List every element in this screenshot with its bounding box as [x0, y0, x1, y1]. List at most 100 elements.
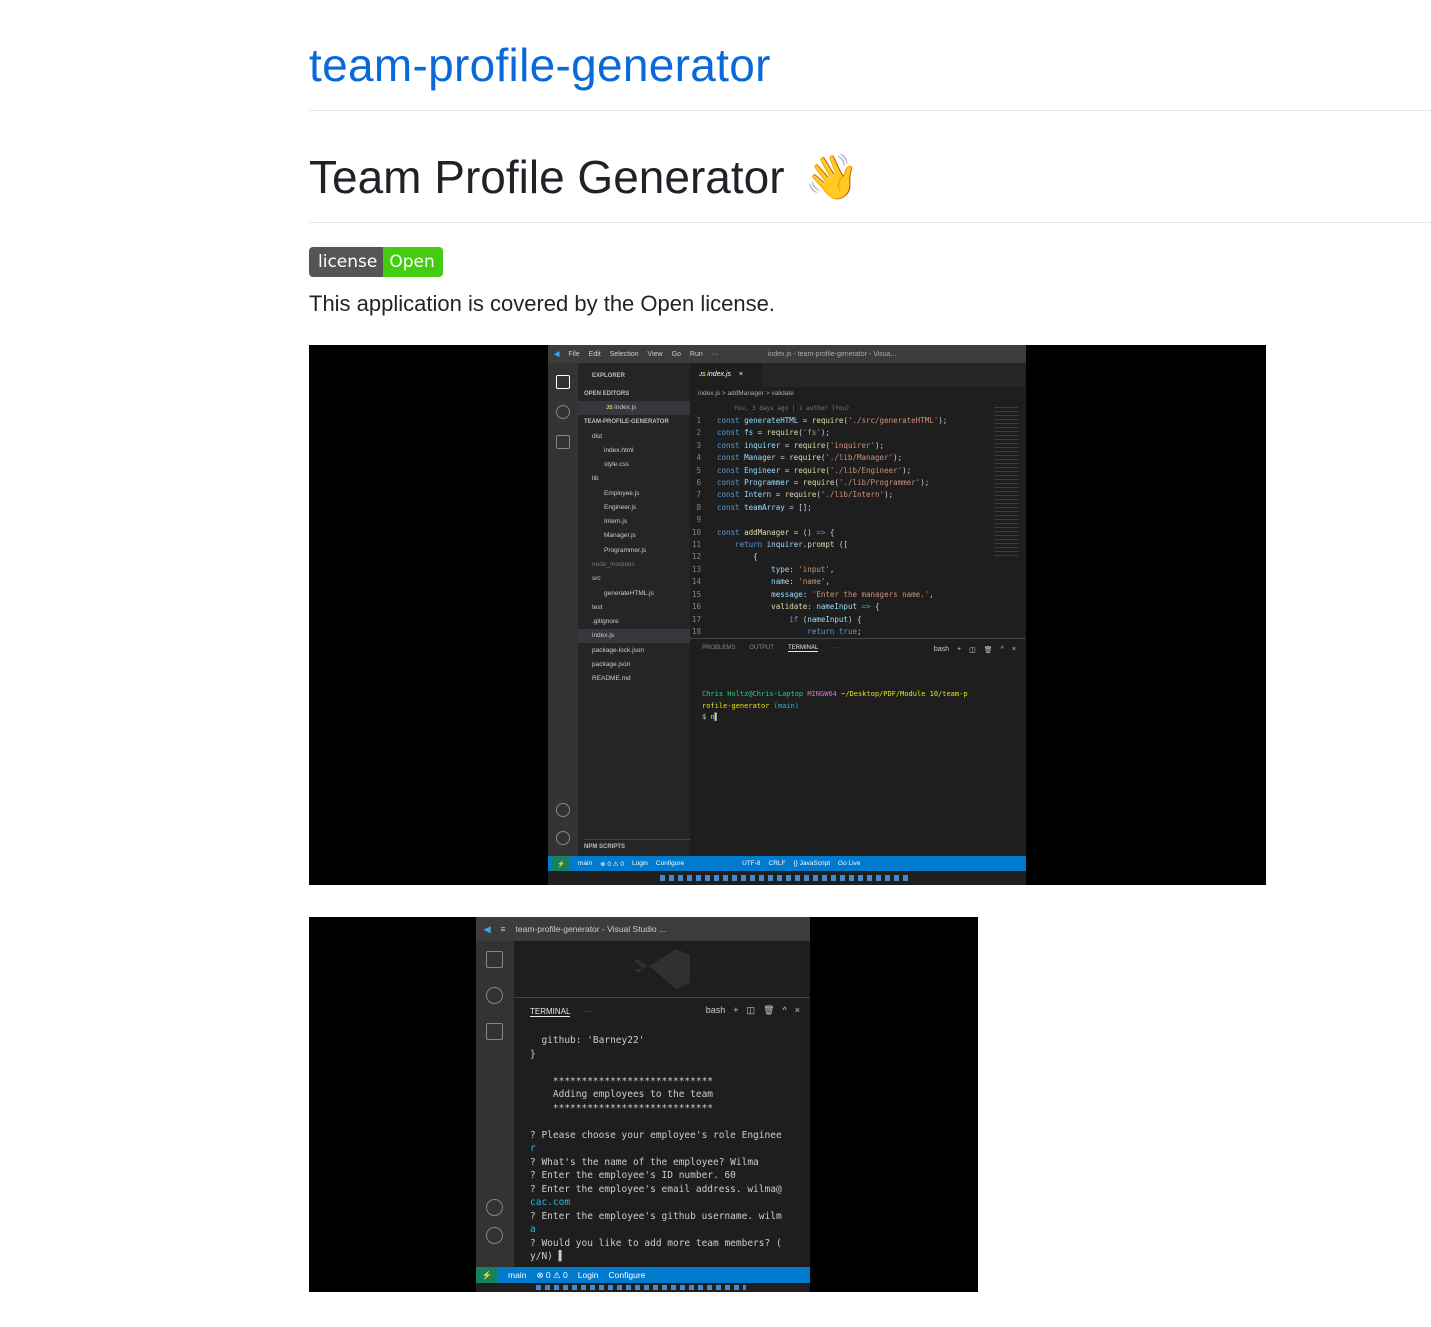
windows-taskbar: [548, 871, 1026, 885]
tab-problems: PROBLEMS: [702, 645, 736, 651]
go-live-status: Go Live: [838, 860, 861, 867]
tree-item: Engineer.js: [604, 504, 637, 511]
titlebar: ◀ ≡ team-profile-generator - Visual Stud…: [476, 917, 810, 941]
tree-item: index.html: [604, 447, 634, 454]
readme-heading-text: Team Profile Generator: [309, 151, 785, 203]
minimap: [994, 407, 1018, 557]
hamburger-icon: ≡: [500, 924, 506, 934]
menu-more: ···: [711, 350, 719, 358]
open-editors-header: OPEN EDITORS: [584, 391, 630, 397]
menu-run: Run: [689, 350, 703, 358]
project-header: TEAM-PROFILE-GENERATOR: [584, 419, 669, 425]
code-lines: 1 const generateHTML = require('./src/gen…: [691, 416, 948, 636]
extensions-icon: [556, 435, 570, 449]
configure-status: Configure: [655, 860, 685, 867]
account-icon: [486, 1199, 503, 1216]
branch-status: main: [578, 860, 593, 867]
gear-icon: [556, 831, 570, 845]
chevron-up-icon: ^: [1000, 646, 1004, 653]
status-bar: ⚡ main ⊗ 0 ⚠ 0 Login Configure: [476, 1267, 810, 1283]
shell-name: bash: [933, 646, 949, 653]
tree-item: style.css: [604, 461, 629, 468]
tree-item: package-lock.json: [592, 647, 645, 654]
vscode-window: ◀ File Edit Selection View Go Run ··· in…: [548, 345, 1026, 885]
tree-item: node_modules: [592, 561, 635, 568]
trash-icon: 🗑: [983, 647, 993, 654]
terminal-panel: PROBLEMS OUTPUT TERMINAL ··· bash + ◫ 🗑 …: [690, 638, 1026, 856]
trash-icon: 🗑: [763, 1005, 775, 1015]
remote-icon: ⚡: [476, 1267, 498, 1283]
tree-item: README.md: [592, 675, 631, 682]
repo-title-link[interactable]: team-profile-generator: [309, 38, 771, 92]
tree-item: generateHTML.js: [604, 590, 654, 597]
remote-icon: ⚡: [552, 856, 570, 871]
titlebar: ◀ File Edit Selection View Go Run ··· in…: [548, 345, 1026, 363]
readme-heading: Team Profile Generator 👋: [309, 150, 859, 204]
tree-item: dist: [592, 433, 603, 440]
tree-item: package.json: [592, 661, 631, 668]
encoding-status: UTF-8: [742, 860, 761, 867]
menu-view: View: [647, 350, 663, 358]
explorer-sidebar: EXPLORER OPEN EDITORS JS index.js TEAM-P…: [578, 363, 696, 856]
terminal-panel: TERMINAL ··· bash + ◫ 🗑 ^ × github: 'Bar…: [514, 997, 810, 1267]
badge-value: Open: [383, 247, 443, 277]
explorer-title: EXPLORER: [592, 373, 626, 379]
tree-item: Intern.js: [604, 518, 628, 525]
split-icon: ◫: [969, 647, 976, 654]
npm-scripts-header: NPM SCRIPTS: [584, 839, 696, 853]
menu-selection: Selection: [609, 350, 639, 358]
vscode-logo-icon: ◀: [554, 351, 560, 358]
tab-output: OUTPUT: [749, 645, 775, 651]
vscode-window: ◀ ≡ team-profile-generator - Visual Stud…: [476, 917, 810, 1292]
badge-label: license: [309, 247, 384, 277]
tree-item: lib: [592, 475, 599, 482]
plus-icon: +: [733, 1005, 739, 1015]
taskbar-icons: [660, 875, 910, 881]
window-title: team-profile-generator - Visual Studio .…: [515, 924, 667, 934]
tree-item: test: [592, 604, 603, 611]
waving-hand-emoji: 👋: [804, 153, 860, 202]
tree-item: Manager.js: [604, 532, 636, 539]
menu-edit: Edit: [588, 350, 601, 358]
terminal-output: github: 'Barney22' } *******************…: [530, 1035, 782, 1262]
tree-item: Employee.js: [604, 490, 640, 497]
login-status: Login: [632, 860, 648, 867]
problems-status: ⊗ 0 ⚠ 0: [600, 860, 625, 868]
menu-file: File: [568, 350, 580, 358]
shell-name: bash: [705, 1005, 726, 1015]
chevron-up-icon: ^: [782, 1005, 787, 1015]
license-badge[interactable]: license Open: [309, 247, 443, 277]
panel-actions: bash + ◫ 🗑 ^ ×: [934, 646, 1016, 654]
menu-go: Go: [671, 350, 681, 358]
tab-more: ···: [584, 1007, 593, 1016]
divider: [309, 110, 1431, 111]
panel-tabs: PROBLEMS OUTPUT TERMINAL ···: [702, 645, 838, 652]
windows-taskbar: [476, 1283, 810, 1292]
license-description: This application is covered by the Open …: [309, 291, 775, 316]
extensions-icon: [486, 1023, 503, 1040]
window-title: index.js - team-profile-generator - Visu…: [767, 350, 897, 358]
code-editor: JS index.js × index.js > addManager > va…: [690, 363, 1026, 638]
tree-item: Programmer.js: [604, 547, 647, 554]
branch-status: main: [508, 1270, 527, 1280]
tree-item-selected: index.js: [578, 629, 690, 643]
plus-icon: +: [957, 646, 962, 653]
breadcrumb: index.js > addManager > validate: [698, 390, 794, 397]
account-icon: [556, 803, 570, 817]
eol-status: CRLF: [768, 860, 786, 867]
activity-bar: [476, 941, 514, 1267]
activity-bar: [548, 363, 578, 856]
files-icon: [556, 375, 570, 389]
files-icon: [486, 951, 503, 968]
demo-screenshot-2: ◀ ≡ team-profile-generator - Visual Stud…: [309, 917, 978, 1292]
git-blame: You, 3 days ago | 1 author (You): [734, 405, 850, 412]
open-editor-item: JS index.js: [578, 401, 690, 415]
search-icon: [556, 405, 570, 419]
terminal-output: Chris Holtz@Chris-Laptop MINGW64 ~/Deskt…: [702, 690, 968, 721]
login-status: Login: [577, 1270, 599, 1280]
language-status: {} JavaScript: [793, 860, 831, 867]
gear-icon: [486, 1227, 503, 1244]
divider: [309, 222, 1431, 223]
tab-terminal: TERMINAL: [530, 1007, 571, 1017]
problems-status: ⊗ 0 ⚠ 0: [536, 1269, 568, 1280]
